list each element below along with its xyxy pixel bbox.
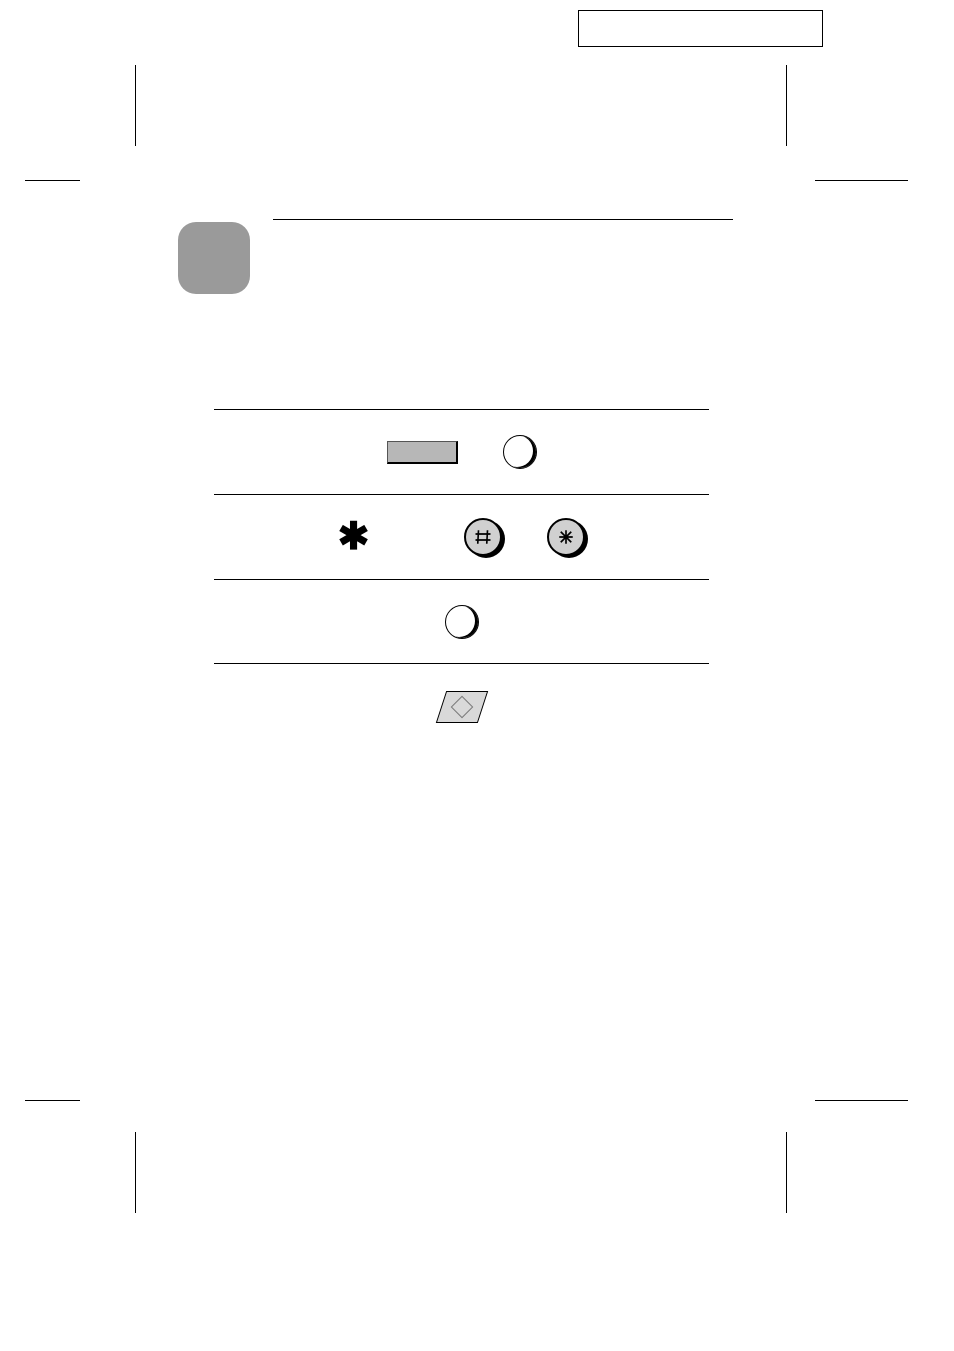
- table-row: ✱: [214, 494, 709, 579]
- soft-key-icon: [503, 435, 537, 469]
- model-box: [578, 10, 823, 47]
- crop-mark: [786, 65, 787, 146]
- table-row: [214, 579, 709, 664]
- section-rule: [273, 219, 733, 220]
- diamond-icon: [450, 695, 473, 718]
- crop-mark: [25, 1100, 80, 1101]
- hash-key-icon: [464, 518, 502, 556]
- crop-mark: [815, 180, 908, 181]
- table-row: [214, 664, 709, 749]
- soft-key-icon: [445, 605, 479, 639]
- section-number-badge: [178, 222, 250, 294]
- hash-icon: [474, 528, 492, 546]
- asterisk-icon: ✱: [338, 518, 370, 556]
- star-key-icon: [547, 518, 585, 556]
- table-row: [214, 409, 709, 494]
- settings-table: ✱: [214, 409, 709, 749]
- crop-mark: [135, 65, 136, 146]
- crop-mark: [815, 1100, 908, 1101]
- start-key-icon: [435, 691, 487, 723]
- asterisk-glyph: ✱: [338, 516, 370, 558]
- star-icon: [557, 528, 575, 546]
- crop-mark: [135, 1132, 136, 1213]
- function-key-icon: [387, 441, 458, 464]
- crop-mark: [786, 1132, 787, 1213]
- crop-mark: [25, 180, 80, 181]
